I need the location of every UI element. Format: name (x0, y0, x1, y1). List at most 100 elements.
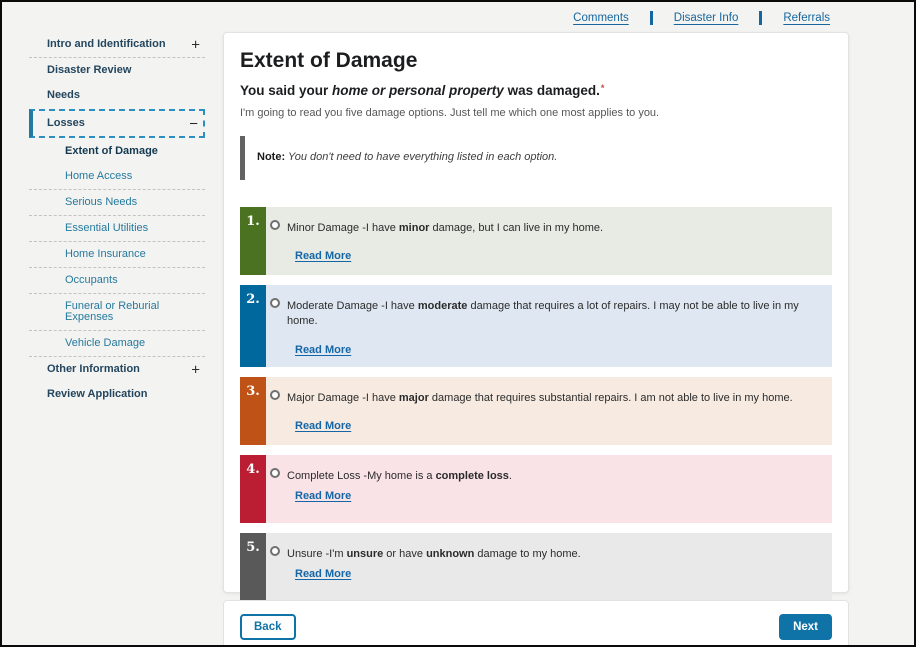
option-select-line[interactable]: Minor Damage -I have minor damage, but I… (270, 220, 820, 236)
option-row-minor-damage: 1. Minor Damage -I have minor damage, bu… (240, 207, 832, 275)
option-text-segment: Complete Loss -My home is a (287, 470, 436, 482)
option-text-segment: Minor Damage -I have (287, 222, 399, 234)
collapse-icon[interactable]: − (189, 116, 198, 131)
sidebar-item-other-information[interactable]: Other Information + (29, 357, 205, 382)
option-text-segment: . (509, 470, 512, 482)
nav-link-comments[interactable]: Comments (573, 12, 629, 24)
sidebar-item-label: Review Application (47, 388, 147, 400)
sidebar-subitem-serious-needs[interactable]: Serious Needs (29, 190, 205, 216)
required-asterisk: * (601, 83, 605, 93)
option-text-segment: minor (399, 222, 430, 234)
option-text-segment: Unsure -I'm (287, 548, 347, 560)
sidebar-subitem-vehicle-damage[interactable]: Vehicle Damage (29, 331, 205, 357)
note-box: Note: You don't need to have everything … (240, 136, 832, 180)
radio-button[interactable] (270, 546, 280, 556)
option-body: Unsure -I'm unsure or have unknown damag… (266, 533, 832, 601)
app-window: Comments Disaster Info Referrals Intro a… (0, 0, 916, 647)
sidebar: Intro and Identification + Disaster Revi… (29, 32, 205, 407)
sidebar-item-intro-and-identification[interactable]: Intro and Identification + (29, 32, 205, 58)
option-text: Major Damage -I have major damage that r… (287, 390, 793, 406)
note-label: Note: (257, 151, 285, 163)
option-row-complete-loss: 4. Complete Loss -My home is a complete … (240, 455, 832, 523)
sidebar-item-label: Intro and Identification (47, 38, 166, 50)
option-select-line[interactable]: Moderate Damage -I have moderate damage … (270, 298, 820, 330)
option-select-line[interactable]: Complete Loss -My home is a complete los… (270, 468, 820, 484)
radio-button[interactable] (270, 390, 280, 400)
sidebar-item-disaster-review[interactable]: Disaster Review (29, 58, 205, 83)
footer-actions: Back Next (223, 600, 849, 647)
option-body: Major Damage -I have major damage that r… (266, 377, 832, 445)
sidebar-subitem-extent-of-damage[interactable]: Extent of Damage (29, 139, 205, 164)
sidebar-subitem-home-insurance[interactable]: Home Insurance (29, 242, 205, 268)
read-more-link[interactable]: Read More (295, 420, 351, 432)
read-more-link[interactable]: Read More (295, 568, 351, 580)
option-text: Minor Damage -I have minor damage, but I… (287, 220, 603, 236)
option-text-segment: unknown (426, 548, 474, 560)
option-row-moderate-damage: 2. Moderate Damage -I have moderate dama… (240, 285, 832, 367)
read-more-link[interactable]: Read More (295, 490, 351, 502)
option-text-segment: Major Damage -I have (287, 392, 399, 404)
option-body: Minor Damage -I have minor damage, but I… (266, 207, 832, 275)
question-text: You said your home or personal property … (240, 83, 832, 98)
nav-separator (759, 11, 762, 25)
option-text: Moderate Damage -I have moderate damage … (287, 298, 820, 330)
option-number-tab: 5. (240, 533, 266, 601)
read-more-link[interactable]: Read More (295, 250, 351, 262)
sidebar-subitem-label: Essential Utilities (65, 222, 148, 234)
sidebar-subitem-home-access[interactable]: Home Access (29, 164, 205, 190)
sidebar-item-losses[interactable]: Losses − (29, 109, 205, 138)
page-title: Extent of Damage (240, 49, 832, 73)
option-text-segment: unsure (347, 548, 384, 560)
nav-link-disaster-info[interactable]: Disaster Info (674, 12, 739, 24)
option-select-line[interactable]: Unsure -I'm unsure or have unknown damag… (270, 546, 820, 562)
option-text: Complete Loss -My home is a complete los… (287, 468, 512, 484)
question-italic: home or personal property (332, 83, 504, 98)
expand-icon[interactable]: + (191, 37, 200, 52)
option-row-unsure: 5. Unsure -I'm unsure or have unknown da… (240, 533, 832, 601)
sidebar-subitem-label: Serious Needs (65, 196, 137, 208)
option-text-segment: damage to my home. (474, 548, 580, 560)
radio-button[interactable] (270, 468, 280, 478)
damage-options-list: 1. Minor Damage -I have minor damage, bu… (240, 207, 832, 601)
sidebar-item-label: Losses (47, 117, 85, 129)
note-text: You don't need to have everything listed… (285, 151, 557, 163)
option-number-tab: 4. (240, 455, 266, 523)
option-number-tab: 1. (240, 207, 266, 275)
option-text-segment: major (399, 392, 429, 404)
option-body: Complete Loss -My home is a complete los… (266, 455, 832, 523)
option-text-segment: or have (383, 548, 426, 560)
sidebar-item-label: Other Information (47, 363, 140, 375)
nav-separator (650, 11, 653, 25)
intro-text: I'm going to read you five damage option… (240, 107, 832, 119)
radio-button[interactable] (270, 220, 280, 230)
sidebar-subitem-label: Funeral or Reburial Expenses (65, 300, 159, 323)
read-more-link[interactable]: Read More (295, 344, 351, 356)
option-text-segment: damage, but I can live in my home. (429, 222, 603, 234)
option-body: Moderate Damage -I have moderate damage … (266, 285, 832, 367)
sidebar-item-needs[interactable]: Needs (29, 83, 205, 108)
sidebar-item-label: Needs (47, 89, 80, 101)
sidebar-subitem-label: Home Access (65, 170, 132, 182)
option-text-segment: moderate (418, 300, 468, 312)
sidebar-subitem-essential-utilities[interactable]: Essential Utilities (29, 216, 205, 242)
option-number-tab: 2. (240, 285, 266, 367)
expand-icon[interactable]: + (191, 362, 200, 377)
option-text: Unsure -I'm unsure or have unknown damag… (287, 546, 581, 562)
option-select-line[interactable]: Major Damage -I have major damage that r… (270, 390, 820, 406)
option-number-tab: 3. (240, 377, 266, 445)
sidebar-subitem-funeral-or-reburial-expenses[interactable]: Funeral or Reburial Expenses (29, 294, 205, 331)
top-nav: Comments Disaster Info Referrals (573, 7, 830, 29)
sidebar-item-review-application[interactable]: Review Application (29, 382, 205, 407)
option-text-segment: Moderate Damage -I have (287, 300, 418, 312)
sidebar-subitem-label: Occupants (65, 274, 118, 286)
sidebar-subitem-label: Home Insurance (65, 248, 146, 260)
back-button[interactable]: Back (240, 614, 296, 640)
nav-link-referrals[interactable]: Referrals (783, 12, 830, 24)
question-suffix: was damaged. (504, 83, 600, 98)
option-row-major-damage: 3. Major Damage -I have major damage tha… (240, 377, 832, 445)
radio-button[interactable] (270, 298, 280, 308)
sidebar-subitem-occupants[interactable]: Occupants (29, 268, 205, 294)
sidebar-subitem-label: Extent of Damage (65, 145, 158, 157)
main-content-card: Extent of Damage You said your home or p… (223, 32, 849, 593)
next-button[interactable]: Next (779, 614, 832, 640)
